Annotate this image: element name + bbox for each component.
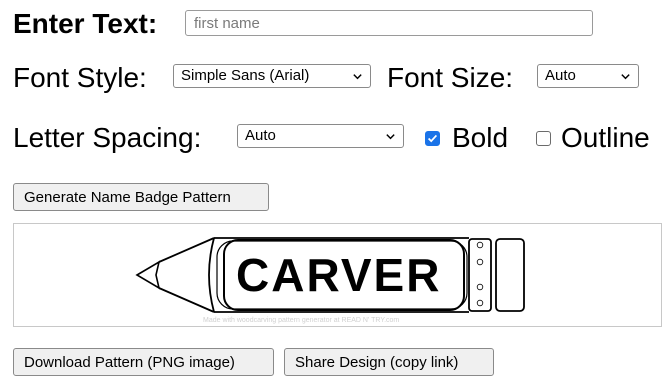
font-style-label: Font Style: (13, 62, 147, 93)
badge-text: CARVER (236, 249, 442, 301)
bold-checkbox[interactable] (425, 131, 440, 146)
font-size-label: Font Size: (387, 62, 514, 93)
chevron-down-icon (621, 73, 630, 79)
font-size-select[interactable]: Auto (537, 64, 639, 88)
download-pattern-button[interactable]: Download Pattern (PNG image) (13, 348, 274, 376)
watermark-text: Made with woodcarving pattern generator … (203, 317, 400, 324)
pattern-preview: CARVER Made with woodcarving pattern gen… (13, 223, 662, 327)
share-design-button[interactable]: Share Design (copy link) (284, 348, 494, 376)
font-style-value: Simple Sans (Arial) (181, 67, 310, 84)
chevron-down-icon (353, 73, 362, 79)
font-size-value: Auto (545, 67, 576, 84)
letter-spacing-value: Auto (245, 127, 276, 144)
font-style-select[interactable]: Simple Sans (Arial) (173, 64, 371, 88)
letter-spacing-select[interactable]: Auto (237, 124, 404, 148)
check-icon (427, 134, 438, 143)
bold-label: Bold (452, 122, 509, 153)
letter-spacing-label: Letter Spacing: (13, 122, 202, 153)
outline-checkbox[interactable] (536, 131, 551, 146)
generate-pattern-button[interactable]: Generate Name Badge Pattern (13, 183, 269, 211)
text-input[interactable] (185, 10, 593, 36)
outline-label: Outline (561, 122, 650, 153)
chevron-down-icon (386, 133, 395, 139)
enter-text-label: Enter Text: (13, 8, 158, 39)
